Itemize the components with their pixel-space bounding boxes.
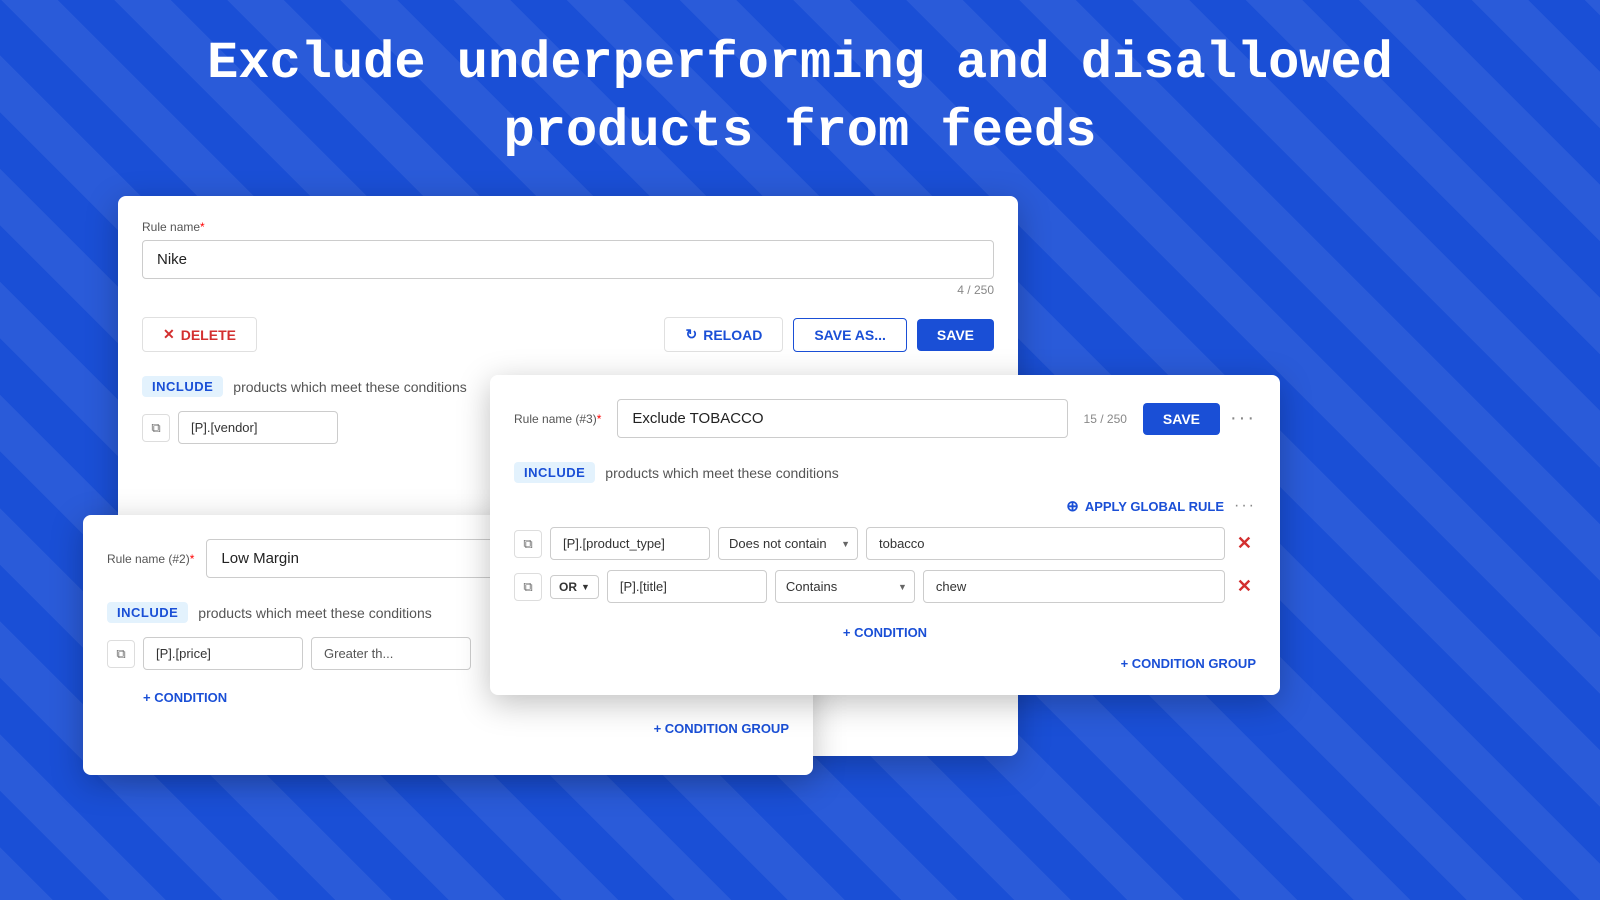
card3-condition-row-2: ⧉ OR ▼ [P].[title] Contains ✕ (514, 570, 1256, 603)
include-text: products which meet these conditions (233, 379, 466, 395)
card3-op-wrapper-1: Does not contain (718, 527, 858, 560)
reload-icon: ↻ (685, 326, 697, 343)
card3-add-condition[interactable]: + CONDITION (843, 625, 927, 640)
card3-save-button[interactable]: SAVE (1143, 403, 1220, 435)
card3-field-2[interactable]: [P].[title] (607, 570, 767, 603)
card3-char-count: 15 / 250 (1084, 412, 1127, 426)
save-as-button[interactable]: SAVE AS... (793, 318, 907, 352)
card3-rule-label: Rule name (#3)* (514, 412, 601, 426)
card3-copy-icon-2[interactable]: ⧉ (514, 573, 542, 601)
card3-include-label: INCLUDE products which meet these condit… (514, 462, 1256, 483)
card3-op-select-1[interactable]: Does not contain (718, 527, 858, 560)
global-icon: ⊕ (1066, 497, 1079, 515)
card2-condition-op[interactable]: Greater th... (311, 637, 471, 670)
x-icon: ✕ (163, 326, 175, 343)
card2-add-condition-group[interactable]: + CONDITION GROUP (107, 721, 789, 736)
card3-value-2[interactable] (923, 570, 1225, 603)
toolbar-right: ↻ RELOAD SAVE AS... SAVE (664, 317, 994, 352)
card3-rule-name-input[interactable] (617, 399, 1067, 438)
delete-button[interactable]: ✕ DELETE (142, 317, 257, 352)
card-exclude-tobacco: Rule name (#3)* 15 / 250 SAVE ··· INCLUD… (490, 375, 1280, 695)
card3-delete-condition-2[interactable]: ✕ (1233, 576, 1256, 597)
card2-rule-label: Rule name (#2)* (107, 552, 194, 566)
card3-more-options[interactable]: ··· (1230, 407, 1256, 430)
condition-field[interactable]: [P].[vendor] (178, 411, 338, 444)
headline: Exclude underperforming and disallowed p… (0, 30, 1600, 165)
card3-field-1[interactable]: [P].[product_type] (550, 527, 710, 560)
card2-copy-icon[interactable]: ⧉ (107, 640, 135, 668)
char-count: 4 / 250 (142, 283, 994, 297)
rule-name-input[interactable] (142, 240, 994, 279)
save-button[interactable]: SAVE (917, 319, 994, 351)
card3-add-condition-group[interactable]: + CONDITION GROUP (514, 656, 1256, 671)
card2-include-text: products which meet these conditions (198, 605, 431, 621)
card2-include-badge: INCLUDE (107, 602, 188, 623)
rule-name-label: Rule name* (142, 220, 994, 234)
or-chevron-icon: ▼ (581, 582, 590, 592)
card3-include-text: products which meet these conditions (605, 465, 838, 481)
copy-icon[interactable]: ⧉ (142, 414, 170, 442)
card3-include-badge: INCLUDE (514, 462, 595, 483)
card2-add-condition[interactable]: + CONDITION (143, 690, 227, 705)
card3-condition-row-1: ⧉ [P].[product_type] Does not contain ✕ (514, 527, 1256, 560)
card3-delete-condition-1[interactable]: ✕ (1233, 533, 1256, 554)
apply-global-rule[interactable]: ⊕ APPLY GLOBAL RULE (1066, 497, 1224, 515)
card3-op-select-2[interactable]: Contains (775, 570, 915, 603)
reload-button[interactable]: ↻ RELOAD (664, 317, 783, 352)
card3-include-section: INCLUDE products which meet these condit… (514, 462, 1256, 642)
include-badge: INCLUDE (142, 376, 223, 397)
card3-section-more[interactable]: ··· (1234, 497, 1256, 515)
card3-op-wrapper-2: Contains (775, 570, 915, 603)
card3-value-1[interactable] (866, 527, 1225, 560)
card3-or-badge[interactable]: OR ▼ (550, 575, 599, 599)
toolbar: ✕ DELETE ↻ RELOAD SAVE AS... SAVE (142, 317, 994, 352)
card2-condition-field[interactable]: [P].[price] (143, 637, 303, 670)
card3-copy-icon-1[interactable]: ⧉ (514, 530, 542, 558)
